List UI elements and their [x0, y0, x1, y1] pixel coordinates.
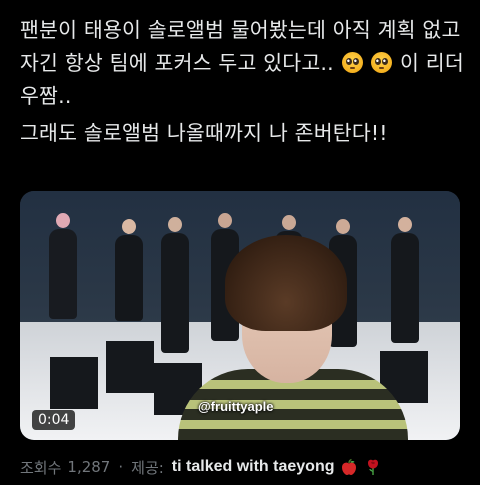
tweet-paragraph-1: 팬분이 태용이 솔로앨범 물어봤는데 아직 계획 없고 자긴 항상 팀에 포커스… [20, 14, 468, 113]
video-player[interactable]: @fruittyaple 0:04 [20, 191, 460, 440]
source-label: 제공: [131, 458, 164, 477]
tweet-text: 팬분이 태용이 솔로앨범 물어봤는데 아직 계획 없고 자긴 항상 팀에 포커스… [20, 14, 468, 150]
tweet-meta: 조회수 1,287 · 제공: ti talked with taeyong [20, 455, 382, 479]
source-link[interactable]: ti talked with taeyong [172, 458, 335, 476]
video-watermark: @fruittyaple [198, 399, 274, 414]
pleading-face-emoji-icon [341, 52, 363, 73]
meta-separator: · [118, 458, 124, 476]
video-duration-badge: 0:04 [32, 410, 76, 430]
video-frame-person-hair [225, 235, 347, 331]
views-label: 조회수 [20, 458, 62, 477]
apple-icon [340, 458, 358, 476]
pleading-face-emoji-icon [371, 52, 393, 73]
views-count: 1,287 [67, 458, 111, 476]
tweet-paragraph-2: 그래도 솔로앨범 나올때까지 나 존버탄다!! [20, 121, 388, 145]
rose-icon [364, 458, 382, 476]
